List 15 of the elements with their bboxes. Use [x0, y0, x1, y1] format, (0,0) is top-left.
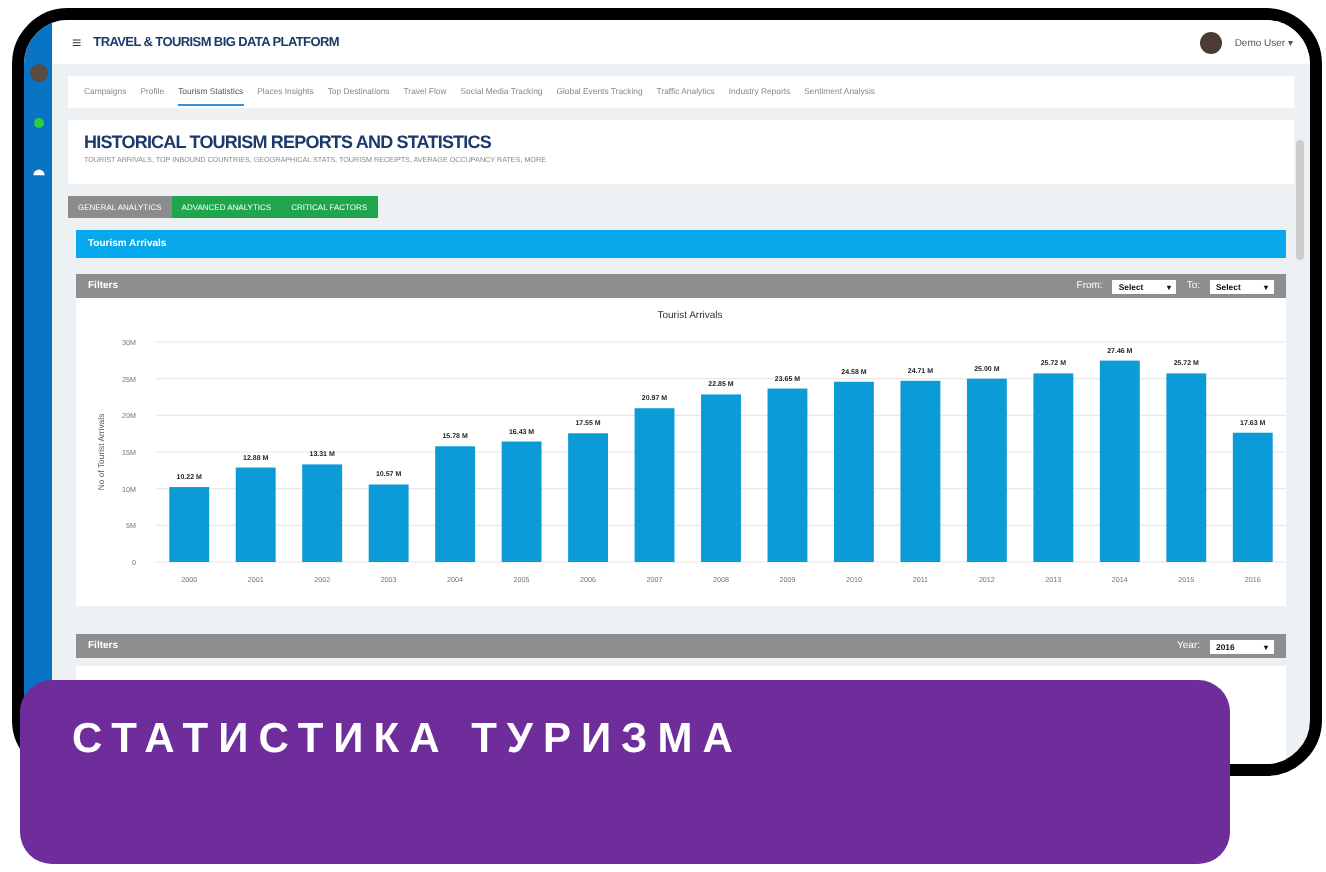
- menu-icon[interactable]: ≡: [72, 33, 82, 51]
- bar: [368, 484, 409, 562]
- status-icon: [33, 118, 43, 128]
- scrollbar[interactable]: [1296, 140, 1304, 260]
- bar: [435, 446, 476, 562]
- bar: [568, 433, 608, 562]
- bar: [235, 467, 276, 562]
- banner-title: СТАТИСТИКА ТУРИЗМА: [72, 716, 743, 766]
- page-title: HISTORICAL TOURISM REPORTS AND STATISTICS: [84, 132, 493, 152]
- bar: [501, 441, 542, 562]
- bar: [302, 464, 343, 562]
- user-avatar[interactable]: [1200, 31, 1223, 53]
- dashboard-icon[interactable]: [31, 164, 45, 178]
- bar: [169, 487, 210, 562]
- bar: [1232, 432, 1273, 562]
